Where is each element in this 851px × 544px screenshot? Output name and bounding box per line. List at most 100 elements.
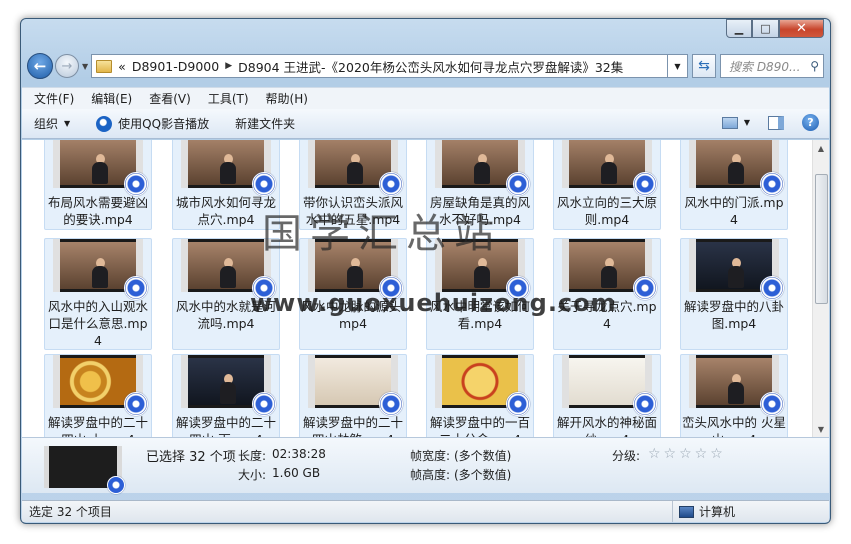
selected-count: 已选择 32 个项 bbox=[146, 450, 236, 465]
rating-stars[interactable]: ☆☆☆☆☆ bbox=[648, 446, 726, 462]
file-item[interactable]: 风水中的入山观水口是什么意思.mp4 bbox=[44, 238, 152, 350]
address-overflow[interactable]: « bbox=[118, 59, 126, 74]
chevron-down-icon: ▼ bbox=[64, 119, 71, 128]
file-name: 风水中的入山观水口是什么意思.mp4 bbox=[47, 299, 148, 348]
file-item[interactable]: 解读罗盘中的二十四山劫煞.mp4 bbox=[299, 354, 407, 437]
file-item[interactable]: 城市风水如何寻龙点穴.mp4 bbox=[172, 140, 280, 230]
rating-label: 分级: bbox=[612, 449, 641, 463]
address-dropdown-button[interactable]: ▼ bbox=[668, 54, 688, 78]
recent-pages-dropdown[interactable]: ▼ bbox=[82, 62, 88, 71]
video-file-icon bbox=[252, 172, 276, 196]
file-name: 城市风水如何寻龙点穴.mp4 bbox=[175, 195, 276, 227]
scroll-up-icon[interactable]: ▲ bbox=[813, 140, 829, 156]
command-bar: 组织 ▼ 使用QQ影音播放 新建文件夹 ▼ ? bbox=[22, 109, 829, 139]
menu-edit[interactable]: 编辑(E) bbox=[91, 90, 132, 107]
video-file-icon bbox=[379, 172, 403, 196]
frame-height-label: 帧高度: bbox=[410, 468, 451, 482]
file-name: 解读罗盘中的二十四山 下.mp4 bbox=[175, 415, 276, 437]
file-name: 峦头风水中的 火星山.mp4 bbox=[682, 415, 786, 437]
navigation-bar: ← → ▼ « D8901-D9000 ▶ D8904 王进武-《2020年杨公… bbox=[27, 49, 824, 83]
refresh-icon: ⇆ bbox=[698, 58, 710, 74]
video-thumbnail bbox=[435, 355, 530, 416]
video-file-icon bbox=[760, 172, 784, 196]
file-item[interactable]: 解读罗盘中的一百二十分金.mp4 bbox=[426, 354, 534, 437]
menu-view[interactable]: 查看(V) bbox=[149, 90, 191, 107]
video-thumbnail bbox=[689, 355, 784, 416]
video-file-icon bbox=[760, 392, 784, 416]
back-button[interactable]: ← bbox=[27, 53, 53, 79]
file-name: 布局风水需要避凶的要诀.mp4 bbox=[47, 195, 148, 227]
video-file-icon bbox=[379, 276, 403, 300]
size-label: 大小: bbox=[238, 468, 267, 482]
file-item[interactable]: 布局风水需要避凶的要诀.mp4 bbox=[44, 140, 152, 230]
vertical-scrollbar[interactable]: ▲ ▼ bbox=[812, 140, 829, 437]
address-segment-current[interactable]: D8904 王进武-《2020年杨公峦头风水如何寻龙点穴罗盘解读》32集 bbox=[238, 57, 623, 76]
menu-help[interactable]: 帮助(H) bbox=[266, 90, 308, 107]
video-file-icon bbox=[252, 392, 276, 416]
file-name: 风水中龙脉的源头.mp4 bbox=[301, 299, 405, 331]
video-file-icon bbox=[633, 172, 657, 196]
maximize-button[interactable]: □ bbox=[752, 19, 779, 38]
video-thumbnail bbox=[181, 140, 276, 196]
file-item[interactable]: 带你认识峦头派风水中的五星.mp4 bbox=[299, 140, 407, 230]
new-folder-button[interactable]: 新建文件夹 bbox=[235, 115, 295, 132]
video-thumbnail bbox=[308, 239, 403, 300]
forward-button[interactable]: → bbox=[55, 54, 79, 78]
video-thumbnail bbox=[181, 355, 276, 416]
chevron-down-icon[interactable]: ▼ bbox=[744, 118, 750, 127]
video-thumbnail bbox=[308, 140, 403, 196]
file-item[interactable]: 风水中明堂该如何看.mp4 bbox=[426, 238, 534, 350]
status-computer: 计算机 bbox=[699, 505, 736, 519]
search-placeholder: 搜索 D890... bbox=[729, 59, 801, 74]
file-name: 风水立向的三大原则.mp4 bbox=[556, 195, 657, 227]
chevron-down-icon: ▼ bbox=[674, 61, 681, 71]
video-file-icon bbox=[760, 276, 784, 300]
preview-pane-icon[interactable] bbox=[768, 115, 784, 130]
video-thumbnail bbox=[53, 355, 148, 416]
file-item[interactable]: 关于寻龙点穴.mp4 bbox=[553, 238, 661, 350]
search-input[interactable]: 搜索 D890... ⚲ bbox=[720, 54, 824, 78]
details-pane: 已选择 32 个项 长度: 02:38:28 大小: 1.60 GB 帧宽度: … bbox=[22, 437, 829, 494]
length-value: 02:38:28 bbox=[272, 447, 326, 461]
video-thumbnail bbox=[562, 140, 657, 196]
close-button[interactable]: ✕ bbox=[779, 19, 824, 38]
address-bar[interactable]: « D8901-D9000 ▶ D8904 王进武-《2020年杨公峦头风水如何… bbox=[91, 54, 668, 78]
file-item[interactable]: 风水中的门派.mp4 bbox=[680, 140, 788, 230]
file-name: 房屋缺角是真的风水不好吗.mp4 bbox=[429, 195, 530, 227]
file-item[interactable]: 解读罗盘中的八卦图.mp4 bbox=[680, 238, 788, 350]
file-item[interactable]: 风水中的水就是河流吗.mp4 bbox=[172, 238, 280, 350]
video-thumbnail bbox=[689, 140, 784, 196]
refresh-button[interactable]: ⇆ bbox=[692, 54, 716, 78]
video-thumbnail bbox=[53, 140, 148, 196]
video-thumbnail bbox=[181, 239, 276, 300]
file-name: 解开风水的神秘面纱.mp4 bbox=[556, 415, 657, 437]
video-file-icon bbox=[506, 276, 530, 300]
frame-height-value: (多个数值) bbox=[454, 468, 512, 482]
file-item[interactable]: 解开风水的神秘面纱.mp4 bbox=[553, 354, 661, 437]
help-icon[interactable]: ? bbox=[802, 114, 819, 131]
play-label: 使用QQ影音播放 bbox=[118, 117, 210, 131]
file-item[interactable]: 峦头风水中的 火星山.mp4 bbox=[680, 354, 788, 437]
menu-file[interactable]: 文件(F) bbox=[34, 90, 74, 107]
organize-button[interactable]: 组织 ▼ bbox=[34, 115, 70, 132]
scroll-thumb[interactable] bbox=[815, 174, 828, 304]
search-icon: ⚲ bbox=[810, 59, 819, 73]
video-thumbnail bbox=[689, 239, 784, 300]
scroll-down-icon[interactable]: ▼ bbox=[813, 421, 829, 437]
file-name: 风水中的门派.mp4 bbox=[684, 195, 784, 227]
file-item[interactable]: 解读罗盘中的二十四山 上.mp4 bbox=[44, 354, 152, 437]
new-folder-label: 新建文件夹 bbox=[235, 117, 296, 131]
menu-tools[interactable]: 工具(T) bbox=[208, 90, 249, 107]
file-item[interactable]: 解读罗盘中的二十四山 下.mp4 bbox=[172, 354, 280, 437]
minimize-button[interactable]: ▁ bbox=[726, 19, 752, 38]
file-name: 解读罗盘中的一百二十分金.mp4 bbox=[429, 415, 530, 437]
caption-buttons: ▁ □ ✕ bbox=[726, 19, 824, 38]
play-with-qq-button[interactable]: 使用QQ影音播放 bbox=[96, 115, 209, 132]
chevron-right-icon[interactable]: ▶ bbox=[225, 61, 232, 71]
file-item[interactable]: 风水中龙脉的源头.mp4 bbox=[299, 238, 407, 350]
change-view-icon[interactable] bbox=[721, 116, 738, 129]
file-item[interactable]: 房屋缺角是真的风水不好吗.mp4 bbox=[426, 140, 534, 230]
address-segment-parent[interactable]: D8901-D9000 bbox=[132, 59, 219, 74]
video-thumbnail bbox=[435, 239, 530, 300]
file-item[interactable]: 风水立向的三大原则.mp4 bbox=[553, 140, 661, 230]
